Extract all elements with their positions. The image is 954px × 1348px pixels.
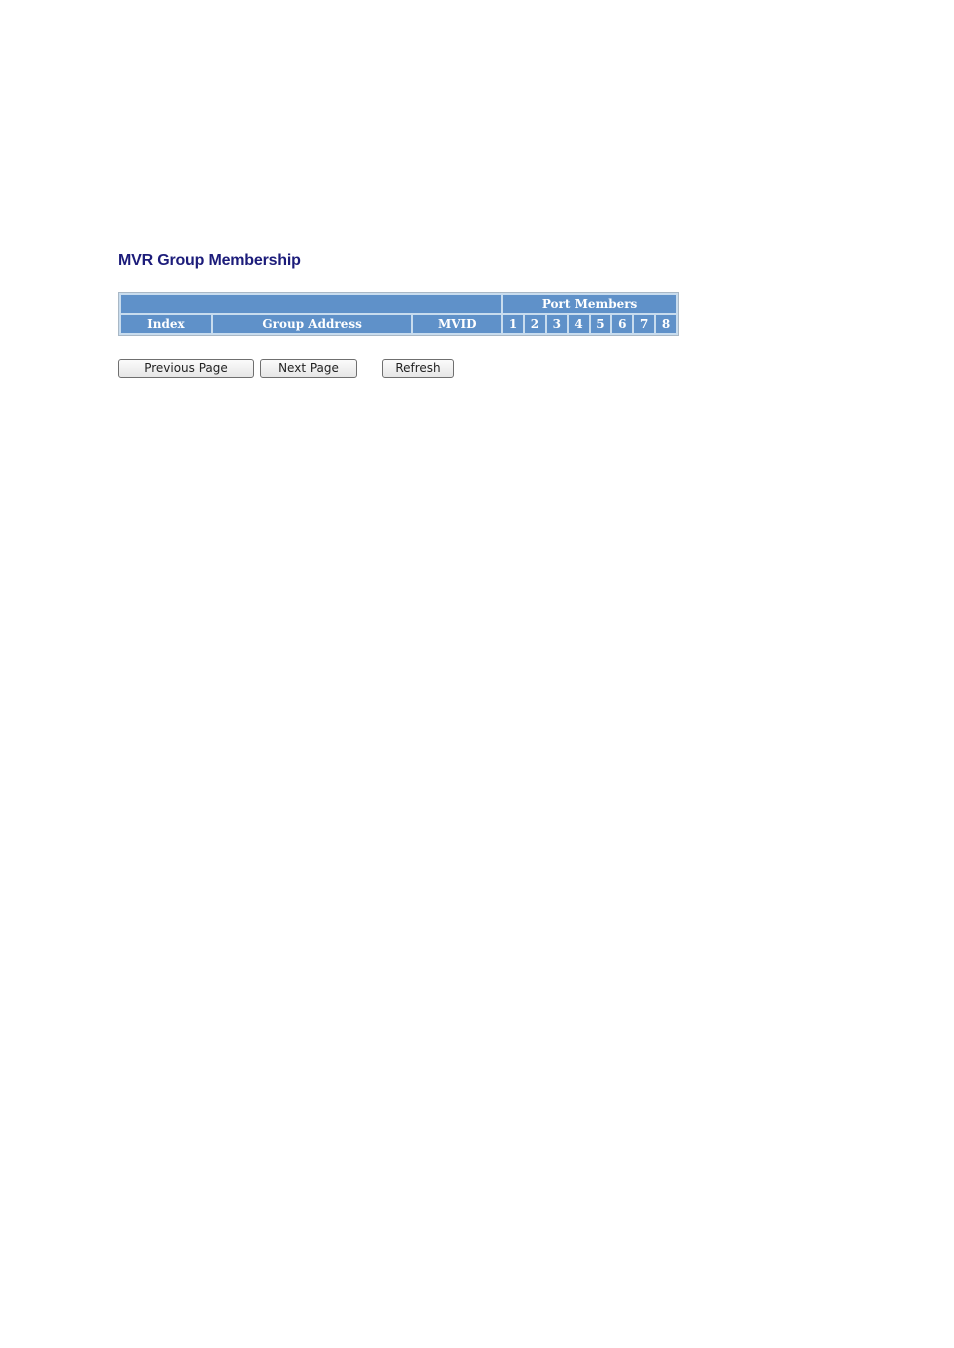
header-port-members: Port Members bbox=[503, 295, 676, 313]
header-port-3: 3 bbox=[546, 315, 567, 333]
header-mvid: MVID bbox=[413, 315, 502, 333]
header-port-5: 5 bbox=[590, 315, 611, 333]
header-index: Index bbox=[121, 315, 211, 333]
header-port-4: 4 bbox=[568, 315, 589, 333]
table-header-row-group: Port Members bbox=[121, 295, 676, 313]
page-title: MVR Group Membership bbox=[118, 252, 301, 269]
header-port-6: 6 bbox=[612, 315, 633, 333]
header-port-1: 1 bbox=[503, 315, 523, 333]
header-port-7: 7 bbox=[634, 315, 655, 333]
mvr-group-membership-table: Port Members Index Group Address MVID 1 … bbox=[118, 292, 679, 336]
table-header-row-columns: Index Group Address MVID 1 2 3 4 5 6 7 8 bbox=[121, 315, 676, 333]
header-port-8: 8 bbox=[656, 315, 676, 333]
header-group-address: Group Address bbox=[212, 315, 412, 333]
refresh-button[interactable]: Refresh bbox=[382, 359, 454, 378]
previous-page-button[interactable]: Previous Page bbox=[118, 359, 254, 378]
next-page-button[interactable]: Next Page bbox=[260, 359, 357, 378]
header-port-2: 2 bbox=[525, 315, 545, 333]
header-spacer bbox=[121, 295, 502, 313]
